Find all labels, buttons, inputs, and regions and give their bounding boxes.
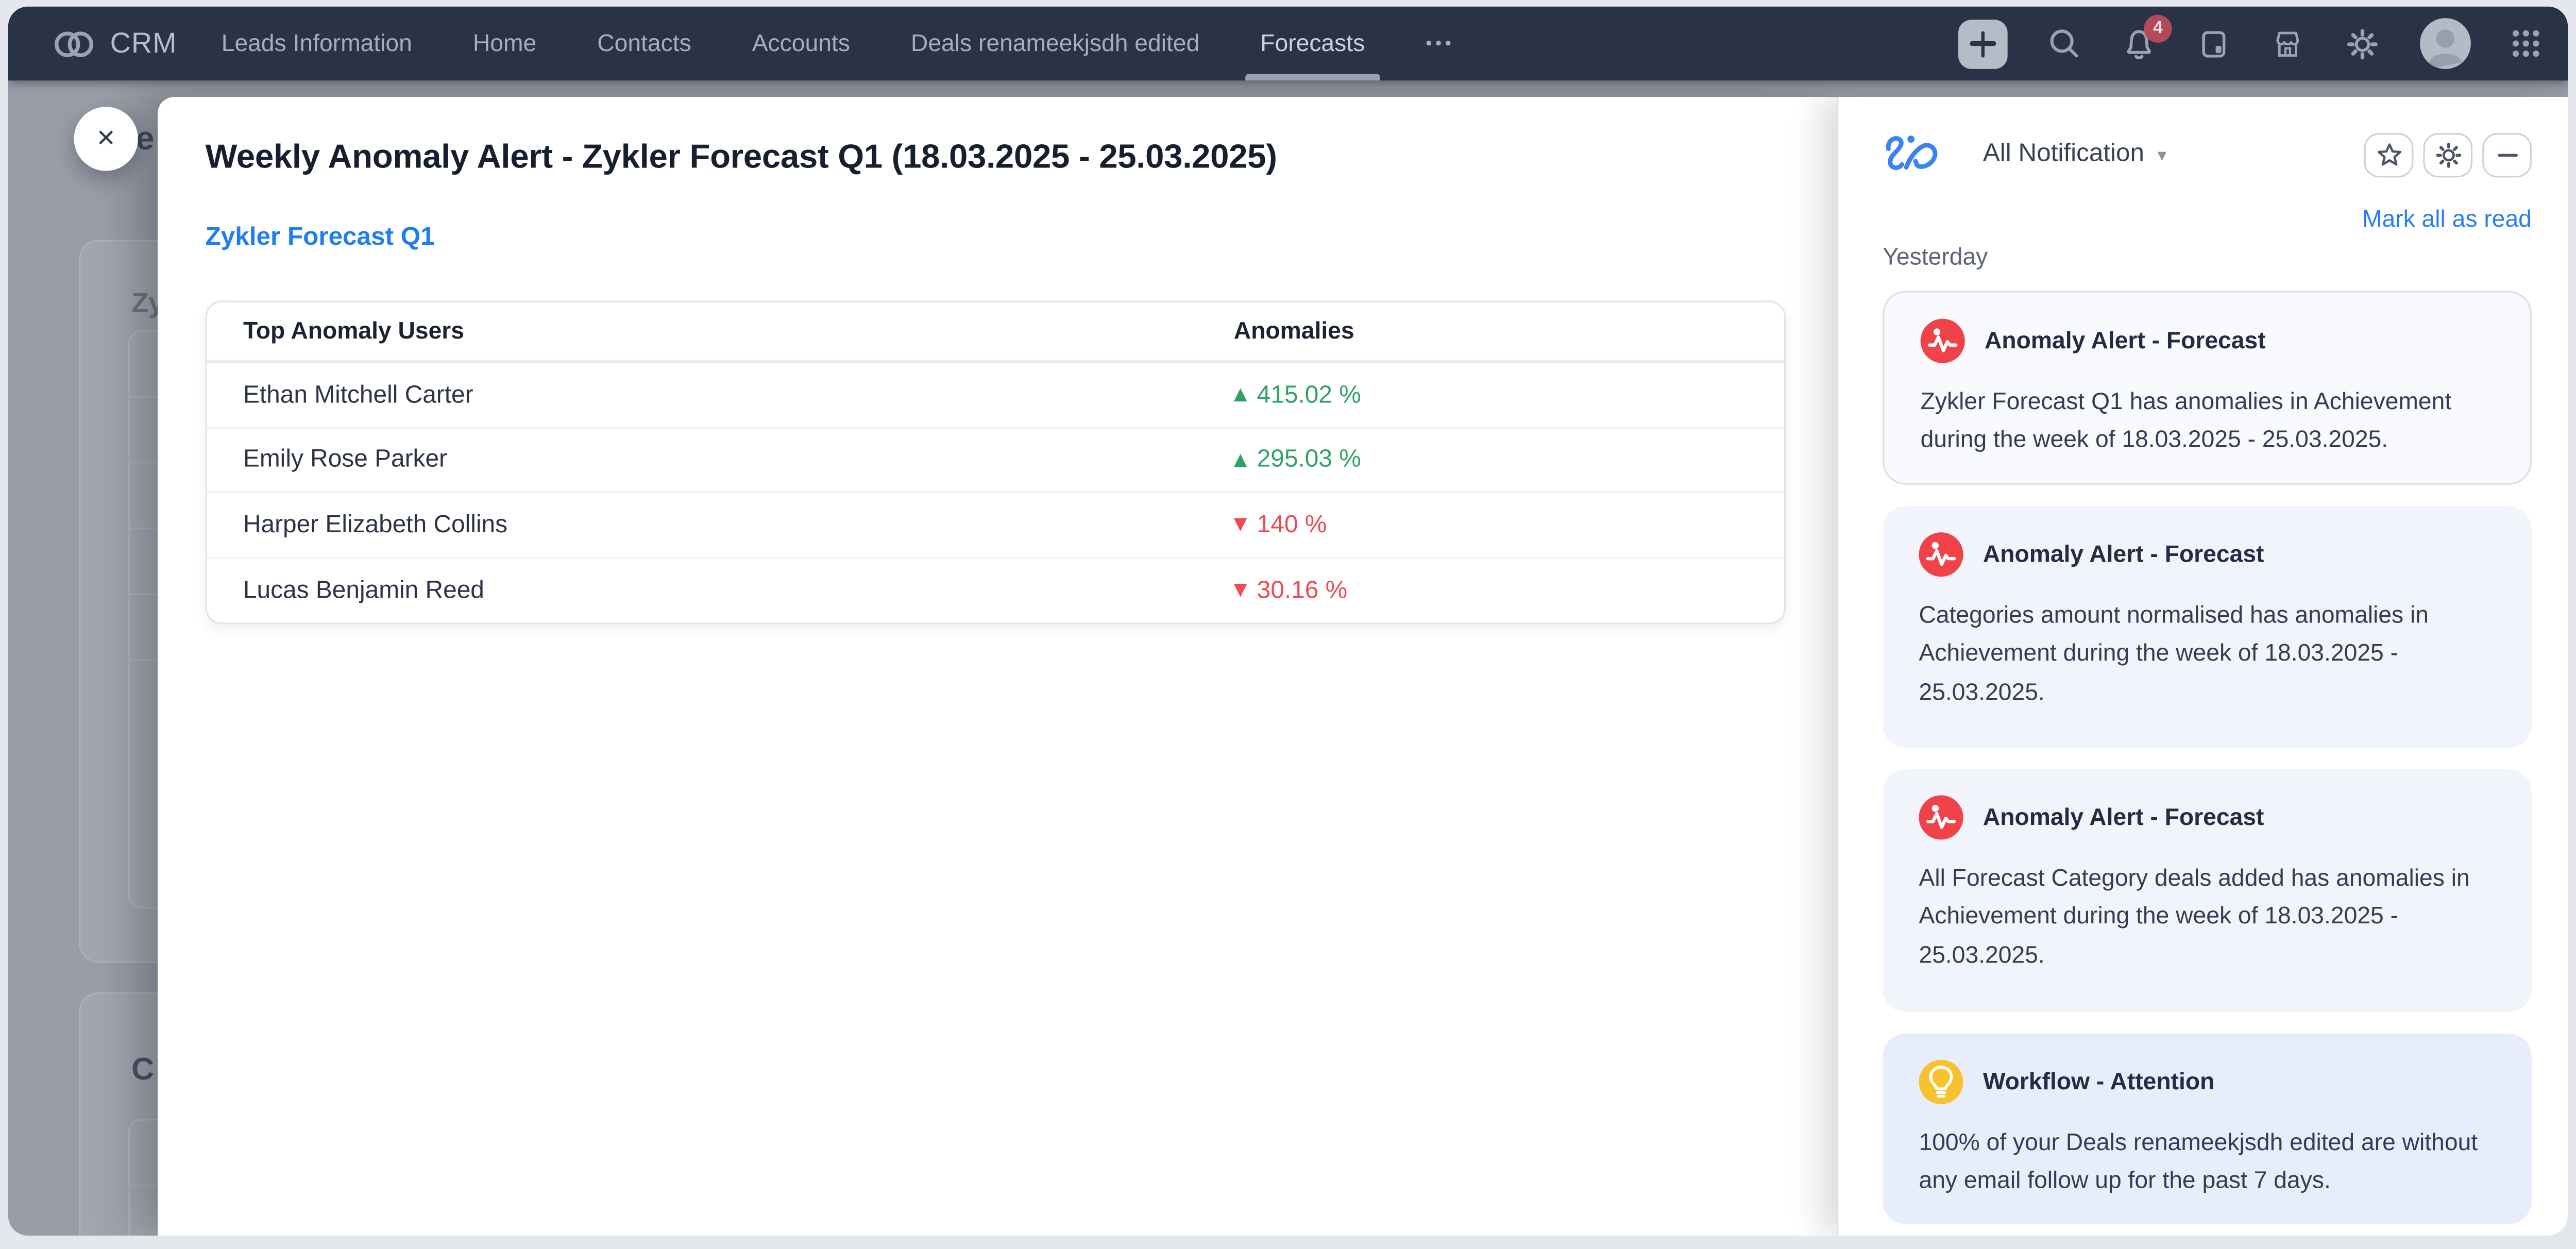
user-name: Lucas Benjamin Reed <box>207 576 1234 604</box>
app-window: CRM Leads Information Home Contacts Acco… <box>8 7 2568 1236</box>
favorite-button[interactable] <box>2364 132 2414 177</box>
chevron-down-icon: ▾ <box>2158 144 2167 165</box>
forecast-link[interactable]: Zykler Forecast Q1 <box>206 224 435 253</box>
notification-card[interactable]: Workflow - Attention 100% of your Deals … <box>1883 1034 2532 1224</box>
user-name: Emily Rose Parker <box>207 446 1234 474</box>
minus-icon <box>2492 139 2523 170</box>
quick-create-button[interactable] <box>1958 19 2008 69</box>
tab-contacts[interactable]: Contacts <box>597 30 691 57</box>
column-header-users: Top Anomaly Users <box>207 318 1234 344</box>
weekly-anomaly-alert-modal: Weekly Anomaly Alert - Zykler Forecast Q… <box>158 97 1837 1236</box>
anomaly-percent: 30.16 % <box>1257 576 1348 604</box>
notification-title: Workflow - Attention <box>1983 1069 2214 1095</box>
trend-up-icon: ▲ <box>1234 451 1247 468</box>
notification-filter-dropdown[interactable]: All Notification ▾ <box>1983 140 2166 169</box>
trend-down-icon: ▼ <box>1234 582 1247 599</box>
notification-settings-button[interactable] <box>2423 132 2472 177</box>
section-label-yesterday: Yesterday <box>1883 245 2532 271</box>
module-tabs: Leads Information Home Contacts Accounts… <box>222 30 1455 57</box>
tab-home[interactable]: Home <box>473 30 536 57</box>
star-icon <box>2373 139 2404 170</box>
gear-icon <box>2432 139 2464 170</box>
table-row: Lucas Benjamin Reed ▼ 30.16 % <box>207 558 1784 623</box>
more-tabs-button[interactable]: ••• <box>1426 33 1454 53</box>
table-row: Ethan Mitchell Carter ▲ 415.02 % <box>207 363 1784 428</box>
zia-logo <box>1883 130 1948 179</box>
marketplace-store-icon[interactable] <box>2270 26 2305 61</box>
avatar-silhouette-icon <box>2420 18 2471 69</box>
minimize-panel-button[interactable] <box>2482 132 2532 177</box>
tab-forecasts[interactable]: Forecasts <box>1260 30 1365 57</box>
crm-logo[interactable]: CRM <box>53 25 177 61</box>
column-header-anomalies: Anomalies <box>1234 318 1784 344</box>
anomaly-percent: 415.02 % <box>1257 381 1361 409</box>
navbar-actions: 4 <box>1958 18 2541 69</box>
brand-name: CRM <box>110 26 177 61</box>
notification-title: Anomaly Alert - Forecast <box>1983 542 2264 568</box>
notification-body: Categories amount normalised has anomali… <box>1919 598 2502 713</box>
modal-title: Weekly Anomaly Alert - Zykler Forecast Q… <box>206 138 1788 178</box>
app-launcher-grid-icon[interactable] <box>2510 28 2541 59</box>
filter-label: All Notification <box>1983 140 2144 169</box>
notification-title: Anomaly Alert - Forecast <box>1983 804 2264 831</box>
anomaly-table: Top Anomaly Users Anomalies Ethan Mitche… <box>206 301 1786 624</box>
notification-card[interactable]: Anomaly Alert - Forecast Categories amou… <box>1883 506 2532 748</box>
anomaly-pulse-icon <box>1921 319 1965 363</box>
zoho-crm-logo-icon <box>53 25 95 61</box>
close-modal-button[interactable]: × <box>74 107 138 171</box>
table-row: Emily Rose Parker ▲ 295.03 % <box>207 428 1784 493</box>
search-icon[interactable] <box>2047 26 2081 61</box>
anomaly-value: ▲ 295.03 % <box>1234 446 1784 474</box>
close-icon: × <box>97 121 115 157</box>
notification-body: Zykler Forecast Q1 has anomalies in Achi… <box>1921 384 2501 461</box>
table-header-row: Top Anomaly Users Anomalies <box>207 302 1784 363</box>
mark-all-as-read-link[interactable]: Mark all as read <box>1883 207 2532 233</box>
tab-accounts[interactable]: Accounts <box>752 30 850 57</box>
panel-header: All Notification ▾ <box>1883 130 2532 179</box>
notification-body: 100% of your Deals renameekjsdh edited a… <box>1919 1125 2502 1202</box>
anomaly-value: ▲ 415.02 % <box>1234 381 1784 409</box>
anomaly-percent: 295.03 % <box>1257 446 1361 474</box>
anomaly-value: ▼ 140 % <box>1234 511 1784 538</box>
user-name: Harper Elizabeth Collins <box>207 511 1234 538</box>
tab-deals[interactable]: Deals renameekjsdh edited <box>911 30 1199 57</box>
panel-buttons <box>2364 132 2532 177</box>
notification-title: Anomaly Alert - Forecast <box>1985 328 2266 354</box>
zia-notifications-panel: All Notification ▾ <box>1837 97 2568 1236</box>
top-navbar: CRM Leads Information Home Contacts Acco… <box>8 7 2568 80</box>
anomaly-value: ▼ 30.16 % <box>1234 576 1784 604</box>
notification-card[interactable]: Anomaly Alert - Forecast Zykler Forecast… <box>1883 291 2532 484</box>
calendar-icon[interactable] <box>2196 26 2231 61</box>
notification-list: Anomaly Alert - Forecast Zykler Forecast… <box>1883 291 2532 1224</box>
notification-card[interactable]: Anomaly Alert - Forecast All Forecast Ca… <box>1883 769 2532 1012</box>
trend-down-icon: ▼ <box>1234 516 1247 533</box>
background-card-title: C <box>131 1053 154 1089</box>
anomaly-pulse-icon <box>1919 532 1963 577</box>
anomaly-percent: 140 % <box>1257 511 1327 538</box>
user-name: Ethan Mitchell Carter <box>207 381 1234 409</box>
notification-body: All Forecast Category deals added has an… <box>1919 861 2502 976</box>
table-row: Harper Elizabeth Collins ▼ 140 % <box>207 493 1784 558</box>
notifications-bell[interactable]: 4 <box>2121 25 2157 61</box>
anomaly-pulse-icon <box>1919 795 1963 839</box>
notification-count-badge: 4 <box>2144 14 2172 42</box>
trend-up-icon: ▲ <box>1234 386 1247 403</box>
settings-gear-icon[interactable] <box>2344 25 2380 61</box>
user-avatar[interactable] <box>2420 18 2471 69</box>
page-backdrop-overlay: re Zy C × Weekly Anomaly Alert - Zykler … <box>8 80 2568 1236</box>
tab-leads-information[interactable]: Leads Information <box>222 30 412 57</box>
workflow-bulb-icon <box>1919 1060 1963 1104</box>
